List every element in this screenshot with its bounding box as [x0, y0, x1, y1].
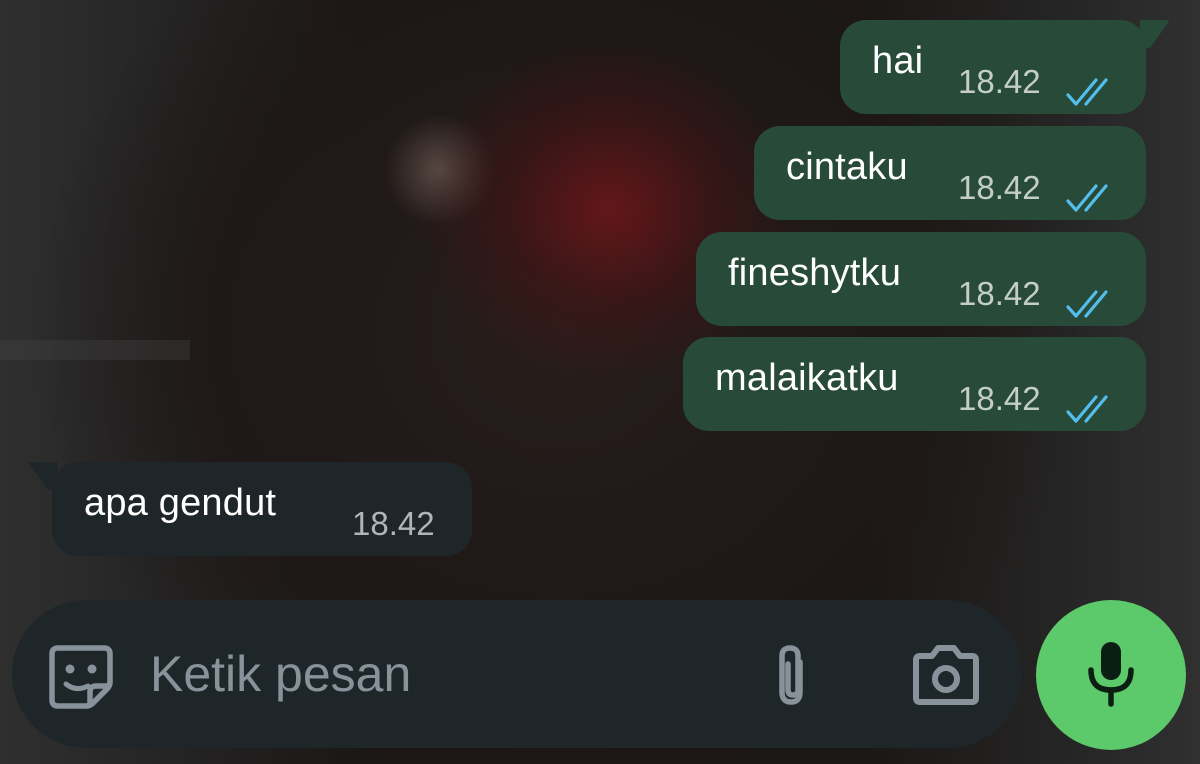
double-check-read-icon	[1066, 184, 1108, 212]
message-time: 18.42	[958, 169, 1041, 206]
camera-icon[interactable]	[908, 642, 984, 708]
message-time: 18.42	[352, 505, 435, 542]
message-text: apa gendut	[84, 482, 277, 524]
incoming-message[interactable]: apa gendut 18.42	[52, 462, 472, 556]
message-text: hai	[872, 40, 924, 82]
outgoing-message[interactable]: cintaku 18.42	[754, 126, 1146, 220]
message-time: 18.42	[958, 63, 1041, 100]
message-time: 18.42	[958, 380, 1041, 417]
double-check-read-icon	[1066, 78, 1108, 106]
outgoing-message[interactable]: fineshytku 18.42	[696, 232, 1146, 326]
microphone-icon	[1088, 642, 1134, 707]
outgoing-message[interactable]: malaikatku 18.42	[683, 337, 1146, 431]
message-text: cintaku	[786, 146, 908, 188]
message-time: 18.42	[958, 275, 1041, 312]
message-text: malaikatku	[715, 357, 899, 399]
outgoing-message[interactable]: hai 18.42	[840, 20, 1146, 114]
double-check-read-icon	[1066, 395, 1108, 423]
message-input[interactable]	[150, 636, 730, 712]
microphone-button[interactable]	[1036, 600, 1186, 750]
message-text: fineshytku	[728, 252, 902, 294]
paperclip-icon[interactable]	[762, 640, 820, 714]
double-check-read-icon	[1066, 290, 1108, 318]
sticker-emoji-icon[interactable]	[46, 642, 116, 712]
